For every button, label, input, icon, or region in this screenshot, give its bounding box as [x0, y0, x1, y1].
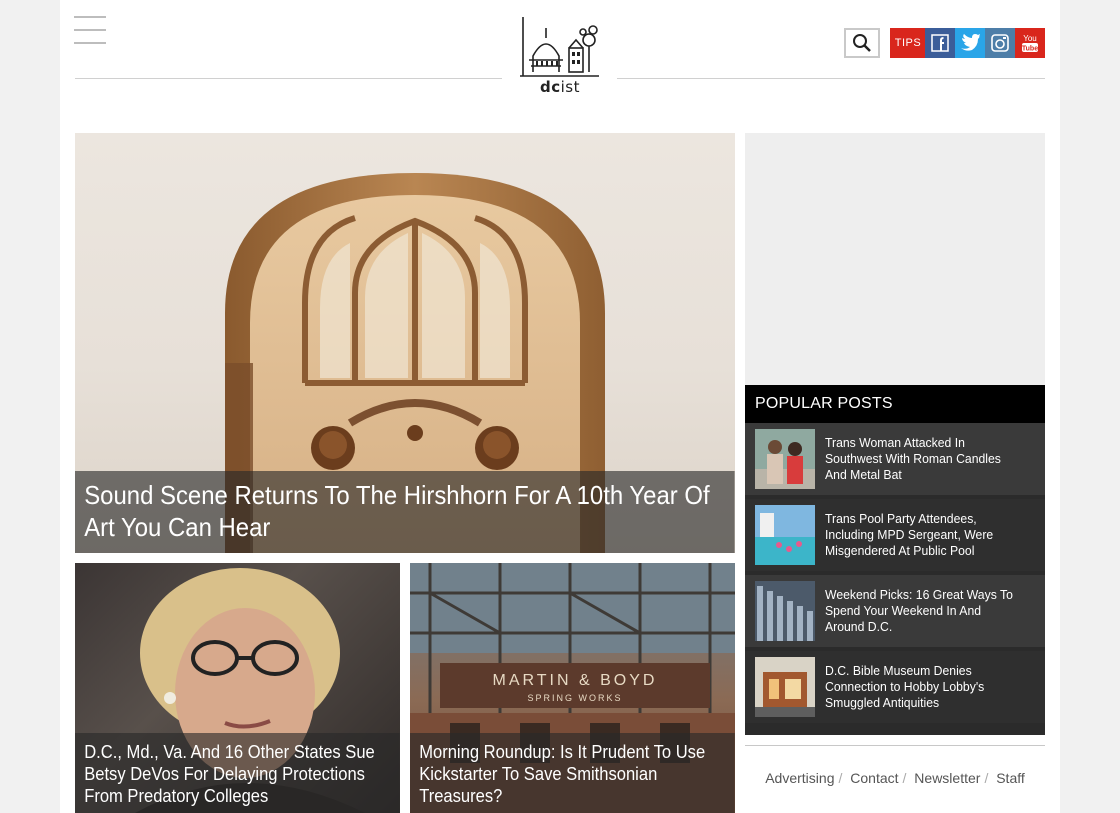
story-title[interactable]: Morning Roundup: Is It Prudent To Use Ki…	[410, 733, 735, 813]
post-thumbnail	[755, 581, 815, 641]
post-thumbnail	[755, 429, 815, 489]
popular-post-item[interactable]: Weekend Picks: 16 Great Ways To Spend Yo…	[745, 575, 1045, 647]
capitol-logo-icon	[520, 17, 599, 77]
twitter-button[interactable]	[955, 28, 985, 58]
story-title[interactable]: D.C., Md., Va. And 16 Other States Sue B…	[75, 733, 400, 813]
sign-text: MARTIN & BOYD	[493, 672, 658, 689]
story-card[interactable]: MARTIN & BOYD SPRING WORKS Morning Round…	[410, 563, 735, 813]
twitter-icon	[961, 34, 980, 51]
svg-text:You: You	[1023, 34, 1037, 43]
footer-link-newsletter[interactable]: Newsletter	[914, 770, 980, 786]
popular-post-item[interactable]: Trans Woman Attacked In Southwest With R…	[745, 423, 1045, 495]
footer-links: Advertising / Contact / Newsletter / Staff	[765, 770, 1025, 786]
footer-link-staff[interactable]: Staff	[996, 770, 1025, 786]
menu-icon[interactable]	[74, 16, 106, 48]
sign-subtext: SPRING WORKS	[527, 693, 622, 703]
svg-text:Tube: Tube	[1022, 46, 1038, 53]
footer-link-contact[interactable]: Contact	[850, 770, 898, 786]
popular-post-item[interactable]: Trans Pool Party Attendees, Including MP…	[745, 499, 1045, 571]
popular-post-title[interactable]: Trans Pool Party Attendees, Including MP…	[825, 511, 1022, 559]
search-button[interactable]	[844, 28, 880, 58]
post-thumbnail	[755, 505, 815, 565]
search-icon	[853, 34, 871, 52]
story-card[interactable]: D.C., Md., Va. And 16 Other States Sue B…	[75, 563, 400, 813]
header-divider	[75, 78, 502, 79]
footer-link-advertising[interactable]: Advertising	[765, 770, 834, 786]
popular-post-title[interactable]: Trans Woman Attacked In Southwest With R…	[825, 435, 1022, 483]
facebook-button[interactable]	[925, 28, 955, 58]
instagram-icon	[991, 34, 1009, 52]
facebook-icon	[931, 34, 949, 52]
post-thumbnail	[755, 657, 815, 717]
header-divider	[617, 78, 1045, 79]
popular-post-title[interactable]: D.C. Bible Museum Denies Connection to H…	[825, 663, 1022, 711]
youtube-icon: You Tube	[1022, 34, 1038, 53]
tips-button[interactable]: TIPS	[890, 28, 926, 58]
logo-wordmark: dcist	[539, 78, 580, 96]
youtube-button[interactable]: You Tube	[1015, 28, 1045, 58]
ad-slot	[745, 133, 1045, 385]
popular-posts: POPULAR POSTS Trans Woman Attacked In So…	[745, 385, 1045, 735]
popular-post-item[interactable]: D.C. Bible Museum Denies Connection to H…	[745, 651, 1045, 723]
footer-divider	[745, 745, 1045, 746]
instagram-button[interactable]	[985, 28, 1015, 58]
popular-post-title[interactable]: Weekend Picks: 16 Great Ways To Spend Yo…	[825, 587, 1022, 635]
hero-title[interactable]: Sound Scene Returns To The Hirshhorn For…	[75, 471, 735, 553]
page: dcist TIPS You Tube Sound Scene Returns …	[60, 0, 1060, 813]
site-logo[interactable]: dcist	[515, 14, 605, 104]
hero-article[interactable]: Sound Scene Returns To The Hirshhorn For…	[75, 133, 735, 553]
popular-posts-heading: POPULAR POSTS	[745, 385, 1045, 423]
